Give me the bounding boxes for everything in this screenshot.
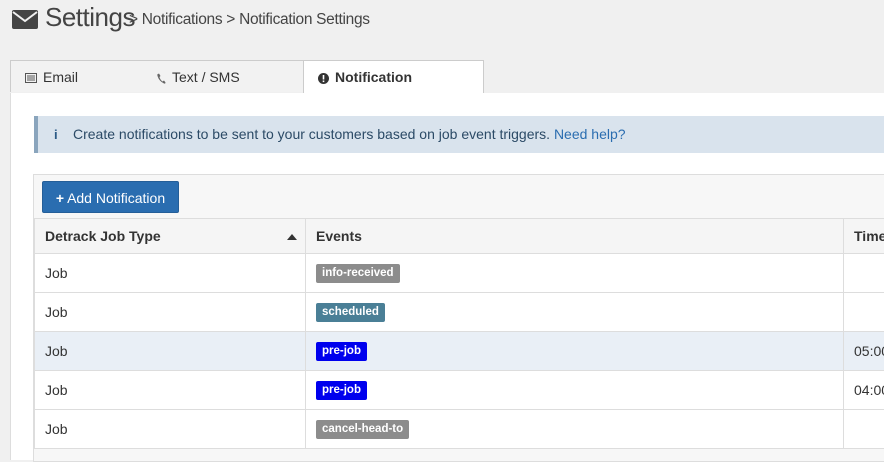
add-notification-label: Add Notification bbox=[67, 190, 165, 206]
column-header-events[interactable]: Events bbox=[306, 219, 844, 254]
event-badge: scheduled bbox=[316, 303, 385, 322]
event-badge: cancel-head-to bbox=[316, 420, 409, 439]
job-type-cell: Job bbox=[35, 332, 306, 371]
tab-text-sms-settings[interactable]: Text / SMS Settings bbox=[143, 60, 304, 92]
table-row[interactable]: Job cancel-head-to bbox=[35, 410, 884, 449]
table-row[interactable]: Job info-received bbox=[35, 254, 884, 293]
settings-tabs: Email Settings Text / SMS Settings Notif… bbox=[10, 60, 884, 94]
time-cell: 05:00 bbox=[844, 332, 884, 371]
events-cell: pre-job bbox=[306, 371, 844, 410]
breadcrumb-notifications[interactable]: Notifications bbox=[142, 11, 223, 28]
job-type-cell: Job bbox=[35, 254, 306, 293]
breadcrumb-separator: > bbox=[222, 11, 239, 28]
page-header: Settings > Notifications > Notification … bbox=[0, 0, 884, 60]
table-header-row: Detrack Job Type Events Time bbox=[35, 219, 884, 254]
envelope-icon bbox=[12, 10, 38, 29]
add-notification-button[interactable]: +Add Notification bbox=[42, 181, 179, 213]
info-icon: i bbox=[54, 116, 64, 153]
list-icon bbox=[25, 73, 37, 83]
event-badge: pre-job bbox=[316, 381, 367, 400]
events-cell: pre-job bbox=[306, 332, 844, 371]
breadcrumb: > Notifications > Notification Settings bbox=[125, 11, 370, 29]
job-type-cell: Job bbox=[35, 293, 306, 332]
content-panel: i Create notifications to be sent to your… bbox=[10, 93, 884, 460]
breadcrumb-separator: > bbox=[125, 11, 142, 28]
info-alert: i Create notifications to be sent to your… bbox=[34, 116, 884, 153]
plus-icon: + bbox=[56, 190, 64, 206]
time-cell: 04:00 bbox=[844, 371, 884, 410]
info-text: Create notifications to be sent to your … bbox=[73, 126, 550, 142]
tab-email-settings[interactable]: Email Settings bbox=[10, 60, 144, 92]
phone-icon bbox=[157, 73, 166, 84]
table-row[interactable]: Job pre-job 05:00 bbox=[35, 332, 884, 371]
column-header-job-type[interactable]: Detrack Job Type bbox=[35, 219, 306, 254]
tab-notification-settings[interactable]: Notification Settings bbox=[303, 60, 484, 94]
column-label: Events bbox=[316, 228, 362, 244]
time-cell bbox=[844, 410, 884, 449]
table-row[interactable]: Job pre-job 04:00 bbox=[35, 371, 884, 410]
table-row[interactable]: Job scheduled bbox=[35, 293, 884, 332]
events-cell: info-received bbox=[306, 254, 844, 293]
job-type-cell: Job bbox=[35, 410, 306, 449]
time-cell bbox=[844, 293, 884, 332]
column-header-time[interactable]: Time bbox=[844, 219, 884, 254]
column-label: Time bbox=[854, 228, 884, 244]
column-label: Detrack Job Type bbox=[45, 228, 161, 244]
time-cell bbox=[844, 254, 884, 293]
job-type-cell: Job bbox=[35, 371, 306, 410]
event-badge: pre-job bbox=[316, 342, 367, 361]
need-help-link[interactable]: Need help? bbox=[554, 126, 626, 142]
sort-ascending-icon[interactable] bbox=[287, 234, 297, 240]
page-title: Settings bbox=[45, 2, 135, 33]
exclamation-circle-icon bbox=[318, 73, 329, 84]
event-badge: info-received bbox=[316, 264, 400, 283]
notifications-table: Detrack Job Type Events Time Job info-rec… bbox=[34, 218, 884, 449]
events-cell: scheduled bbox=[306, 293, 844, 332]
breadcrumb-current: Notification Settings bbox=[239, 11, 370, 28]
events-cell: cancel-head-to bbox=[306, 410, 844, 449]
notifications-table-container: +Add Notification Detrack Job Type Event… bbox=[33, 174, 884, 462]
